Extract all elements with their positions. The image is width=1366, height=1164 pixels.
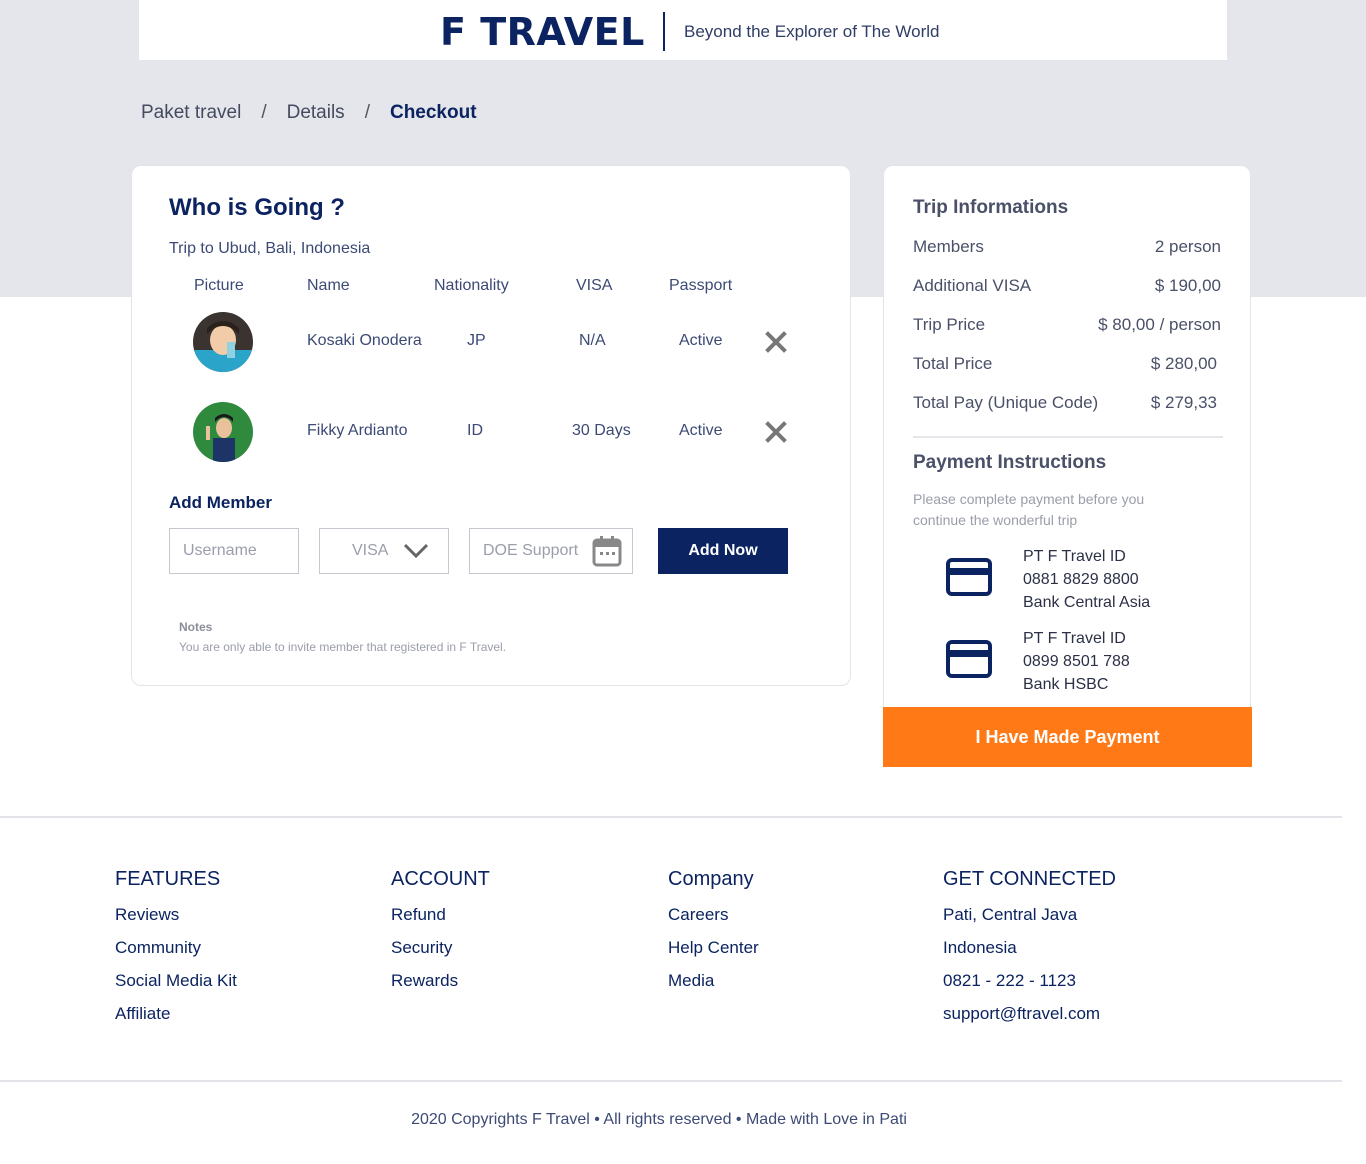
members-card-title: Who is Going ?	[169, 194, 345, 221]
member-passport: Active	[679, 332, 723, 349]
info-label: Total Pay (Unique Code)	[913, 393, 1099, 412]
trip-subtitle: Trip to Ubud, Bali, Indonesia	[169, 240, 371, 257]
bank-account: PT F Travel ID 0881 8829 8800 Bank Centr…	[884, 545, 1252, 615]
add-now-button[interactable]: Add Now	[658, 528, 788, 574]
info-value: $ 190,00	[1154, 276, 1221, 295]
bank-account-number: 0899 8501 788	[1023, 653, 1130, 670]
calendar-icon[interactable]	[592, 535, 622, 567]
column-header-nationality: Nationality	[434, 277, 509, 294]
footer-link-help-center[interactable]: Help Center	[668, 938, 759, 971]
brand-divider	[663, 12, 665, 51]
credit-card-icon	[946, 558, 992, 596]
breadcrumb-paket-travel[interactable]: Paket travel	[141, 102, 241, 124]
member-name: Kosaki Onodera	[307, 332, 422, 349]
info-value: $ 280,00	[1150, 354, 1217, 373]
footer-column-get-connected: GET CONNECTED Pati, Central Java Indones…	[943, 868, 1116, 1037]
bank-account-number: 0881 8829 8800	[1023, 571, 1139, 588]
info-label: Additional VISA	[913, 276, 1032, 295]
bank-details: PT F Travel ID 0881 8829 8800 Bank Centr…	[1023, 545, 1150, 614]
member-name: Fikky Ardianto	[307, 422, 408, 439]
close-icon	[765, 331, 787, 353]
footer-address-city: Pati, Central Java	[943, 905, 1078, 924]
footer-link-reviews[interactable]: Reviews	[115, 905, 237, 938]
footer-column-account: ACCOUNT Refund Security Rewards	[391, 868, 490, 1004]
breadcrumb-checkout: Checkout	[389, 102, 477, 123]
footer-divider	[0, 1080, 1342, 1082]
info-value: $ 80,00 / person	[1098, 315, 1221, 334]
payment-instructions-title: Payment Instructions	[913, 452, 1107, 473]
breadcrumb-details[interactable]: Details	[287, 102, 345, 124]
breadcrumb: Paket travel / Details / Checkout	[141, 102, 477, 124]
bank-account: PT F Travel ID 0899 8501 788 Bank HSBC	[884, 627, 1252, 697]
footer-column-company: Company Careers Help Center Media	[668, 868, 759, 1004]
member-nationality: ID	[467, 422, 483, 439]
bank-name: Bank HSBC	[1023, 676, 1109, 693]
footer-link-security[interactable]: Security	[391, 938, 490, 971]
trip-info-title: Trip Informations	[913, 197, 1069, 218]
footer-link-rewards[interactable]: Rewards	[391, 971, 490, 1004]
footer-heading: GET CONNECTED	[943, 868, 1116, 890]
column-header-visa: VISA	[576, 277, 613, 294]
column-header-passport: Passport	[669, 277, 733, 294]
member-visa: 30 Days	[572, 422, 631, 439]
remove-member-button[interactable]	[764, 420, 788, 444]
footer-email-link[interactable]: support@ftravel.com	[943, 1004, 1116, 1037]
member-passport: Active	[679, 422, 723, 439]
footer-link-community[interactable]: Community	[115, 938, 237, 971]
notes-text: You are only able to invite member that …	[179, 640, 507, 654]
footer-link-media[interactable]: Media	[668, 971, 759, 1004]
footer-heading: Company	[668, 868, 754, 890]
footer-link-refund[interactable]: Refund	[391, 905, 490, 938]
bank-details: PT F Travel ID 0899 8501 788 Bank HSBC	[1023, 627, 1130, 696]
footer-divider	[0, 816, 1342, 818]
info-label: Members	[913, 237, 984, 256]
visa-select[interactable]: VISA	[319, 528, 449, 574]
chevron-down-icon	[403, 543, 429, 559]
member-row: Fikky Ardianto ID 30 Days Active	[132, 402, 852, 462]
credit-card-icon	[946, 640, 992, 678]
brand-tagline: Beyond the Explorer of The World	[684, 22, 940, 41]
bank-holder: PT F Travel ID	[1023, 630, 1126, 647]
remove-member-button[interactable]	[764, 330, 788, 354]
add-member-title: Add Member	[169, 493, 272, 512]
payment-instructions-desc: Please complete payment before you conti…	[913, 491, 1145, 528]
member-row: Kosaki Onodera JP N/A Active	[132, 312, 852, 372]
made-payment-button[interactable]: I Have Made Payment	[883, 707, 1252, 767]
doe-placeholder: DOE Support	[483, 542, 579, 559]
breadcrumb-separator: /	[364, 102, 370, 123]
close-icon	[765, 421, 787, 443]
trip-info-card: Trip Informations Members 2 person Addit…	[883, 165, 1251, 707]
footer-link-affiliate[interactable]: Affiliate	[115, 1004, 237, 1037]
footer-phone-link[interactable]: 0821 - 222 - 1123	[943, 971, 1116, 1004]
divider	[913, 436, 1223, 438]
info-label: Total Price	[913, 354, 993, 373]
breadcrumb-separator: /	[261, 102, 267, 123]
footer-column-features: FEATURES Reviews Community Social Media …	[115, 868, 237, 1037]
column-header-name: Name	[307, 277, 350, 294]
visa-select-value: VISA	[352, 542, 389, 559]
footer-heading: FEATURES	[115, 868, 221, 890]
avatar	[193, 312, 253, 372]
username-input[interactable]	[170, 529, 298, 573]
column-header-picture: Picture	[194, 277, 244, 294]
username-field[interactable]	[169, 528, 299, 574]
bank-name: Bank Central Asia	[1023, 594, 1151, 611]
copyright-text: 2020 Copyrights F Travel • All rights re…	[411, 1111, 907, 1128]
avatar	[193, 402, 253, 462]
info-value: $ 279,33	[1150, 393, 1217, 412]
info-value: 2 person	[1154, 237, 1221, 256]
footer-link-social-media-kit[interactable]: Social Media Kit	[115, 971, 237, 1004]
footer-link-careers[interactable]: Careers	[668, 905, 759, 938]
info-label: Trip Price	[913, 315, 986, 334]
footer-address-country: Indonesia	[943, 938, 1017, 957]
members-card: Who is Going ? Trip to Ubud, Bali, Indon…	[131, 165, 851, 686]
doe-date-field[interactable]: DOE Support	[469, 528, 633, 574]
brand-logo[interactable]: F TRAVEL	[440, 10, 645, 54]
top-navbar: F TRAVEL Beyond the Explorer of The Worl…	[139, 0, 1227, 60]
member-visa: N/A	[579, 332, 606, 349]
notes-title: Notes	[179, 620, 213, 634]
member-nationality: JP	[467, 332, 486, 349]
footer-heading: ACCOUNT	[391, 868, 490, 890]
bank-holder: PT F Travel ID	[1023, 548, 1126, 565]
